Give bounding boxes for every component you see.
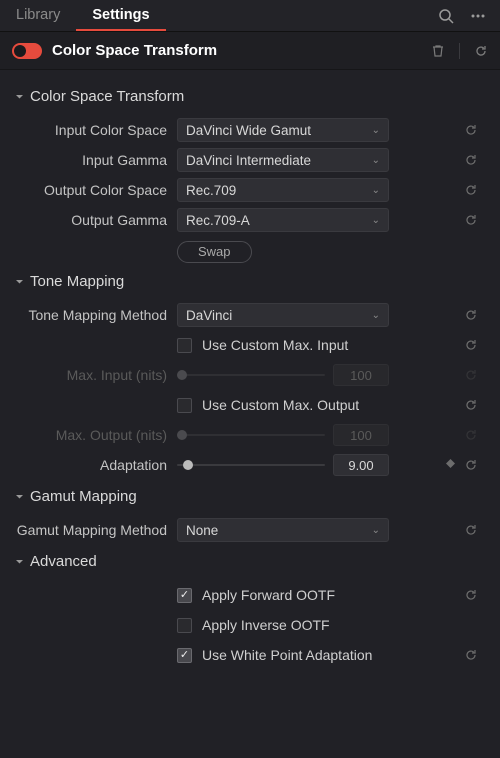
section-advanced[interactable]: Advanced — [0, 545, 500, 580]
label-adaptation: Adaptation — [12, 457, 177, 473]
reset-icon[interactable] — [464, 648, 478, 662]
chevron-down-icon — [14, 557, 24, 567]
checkbox-use-custom-max-input[interactable] — [177, 338, 192, 353]
section-color-space-transform[interactable]: Color Space Transform — [0, 80, 500, 115]
value-max-output: 100 — [333, 424, 389, 446]
value-max-input: 100 — [333, 364, 389, 386]
select-input-gamma[interactable]: DaVinci Intermediate ⌄ — [177, 148, 389, 172]
chevron-down-icon — [14, 277, 24, 287]
label-input-color-space: Input Color Space — [12, 122, 177, 138]
reset-icon[interactable] — [464, 338, 478, 352]
more-icon[interactable] — [470, 8, 486, 24]
checkbox-label: Apply Forward OOTF — [202, 587, 335, 603]
select-tone-mapping-method[interactable]: DaVinci ⌄ — [177, 303, 389, 327]
chevron-down-icon: ⌄ — [372, 125, 380, 136]
reset-icon[interactable] — [464, 153, 478, 167]
select-value: None — [186, 523, 218, 538]
label-input-gamma: Input Gamma — [12, 152, 177, 168]
section-title: Tone Mapping — [30, 273, 124, 290]
chevron-down-icon: ⌄ — [372, 185, 380, 196]
swap-button[interactable]: Swap — [177, 241, 252, 263]
chevron-down-icon: ⌄ — [372, 525, 380, 536]
effect-header: Color Space Transform — [0, 32, 500, 70]
search-icon[interactable] — [438, 8, 454, 24]
select-value: Rec.709 — [186, 183, 236, 198]
chevron-down-icon: ⌄ — [372, 310, 380, 321]
select-value: DaVinci Intermediate — [186, 153, 311, 168]
select-value: Rec.709-A — [186, 213, 250, 228]
section-title: Advanced — [30, 553, 97, 570]
label-tone-mapping-method: Tone Mapping Method — [12, 307, 177, 323]
trash-icon[interactable] — [431, 44, 445, 58]
reset-icon[interactable] — [464, 398, 478, 412]
label-gamut-mapping-method: Gamut Mapping Method — [12, 522, 177, 538]
checkbox-use-custom-max-output[interactable] — [177, 398, 192, 413]
checkbox-label: Use Custom Max. Output — [202, 397, 359, 413]
tab-settings[interactable]: Settings — [76, 1, 165, 31]
reset-icon[interactable] — [464, 123, 478, 137]
section-gamut-mapping[interactable]: Gamut Mapping — [0, 480, 500, 515]
section-tone-mapping[interactable]: Tone Mapping — [0, 265, 500, 300]
reset-icon — [464, 368, 478, 382]
label-output-color-space: Output Color Space — [12, 182, 177, 198]
select-value: DaVinci Wide Gamut — [186, 123, 311, 138]
checkbox-label: Use Custom Max. Input — [202, 337, 348, 353]
select-output-color-space[interactable]: Rec.709 ⌄ — [177, 178, 389, 202]
select-output-gamma[interactable]: Rec.709-A ⌄ — [177, 208, 389, 232]
reset-icon[interactable] — [464, 308, 478, 322]
slider-max-input — [177, 374, 325, 376]
reset-icon[interactable] — [464, 213, 478, 227]
checkbox-label: Use White Point Adaptation — [202, 647, 372, 663]
slider-max-output — [177, 434, 325, 436]
checkbox-apply-inverse-ootf[interactable] — [177, 618, 192, 633]
section-title: Color Space Transform — [30, 88, 184, 105]
top-bar: Library Settings — [0, 0, 500, 32]
chevron-down-icon: ⌄ — [372, 155, 380, 166]
effect-title: Color Space Transform — [52, 42, 431, 59]
tabs: Library Settings — [0, 1, 424, 31]
checkbox-label: Apply Inverse OOTF — [202, 617, 330, 633]
select-value: DaVinci — [186, 308, 232, 323]
reset-icon[interactable] — [464, 183, 478, 197]
separator — [459, 43, 460, 59]
chevron-down-icon — [14, 92, 24, 102]
select-input-color-space[interactable]: DaVinci Wide Gamut ⌄ — [177, 118, 389, 142]
reset-icon — [464, 428, 478, 442]
section-title: Gamut Mapping — [30, 488, 137, 505]
reset-icon[interactable] — [464, 458, 478, 472]
value-adaptation[interactable]: 9.00 — [333, 454, 389, 476]
effect-enable-toggle[interactable] — [12, 43, 42, 59]
chevron-down-icon — [14, 492, 24, 502]
reset-all-icon[interactable] — [474, 44, 488, 58]
checkbox-apply-forward-ootf[interactable]: ✓ — [177, 588, 192, 603]
reset-icon[interactable] — [464, 523, 478, 537]
checkbox-use-white-point-adaptation[interactable]: ✓ — [177, 648, 192, 663]
slider-adaptation[interactable] — [177, 464, 325, 466]
reset-icon[interactable] — [464, 588, 478, 602]
label-output-gamma: Output Gamma — [12, 212, 177, 228]
tab-library[interactable]: Library — [0, 1, 76, 31]
label-max-output-nits: Max. Output (nits) — [12, 427, 177, 443]
label-max-input-nits: Max. Input (nits) — [12, 367, 177, 383]
chevron-down-icon: ⌄ — [372, 215, 380, 226]
keyframe-icon[interactable] — [445, 458, 456, 472]
select-gamut-mapping-method[interactable]: None ⌄ — [177, 518, 389, 542]
